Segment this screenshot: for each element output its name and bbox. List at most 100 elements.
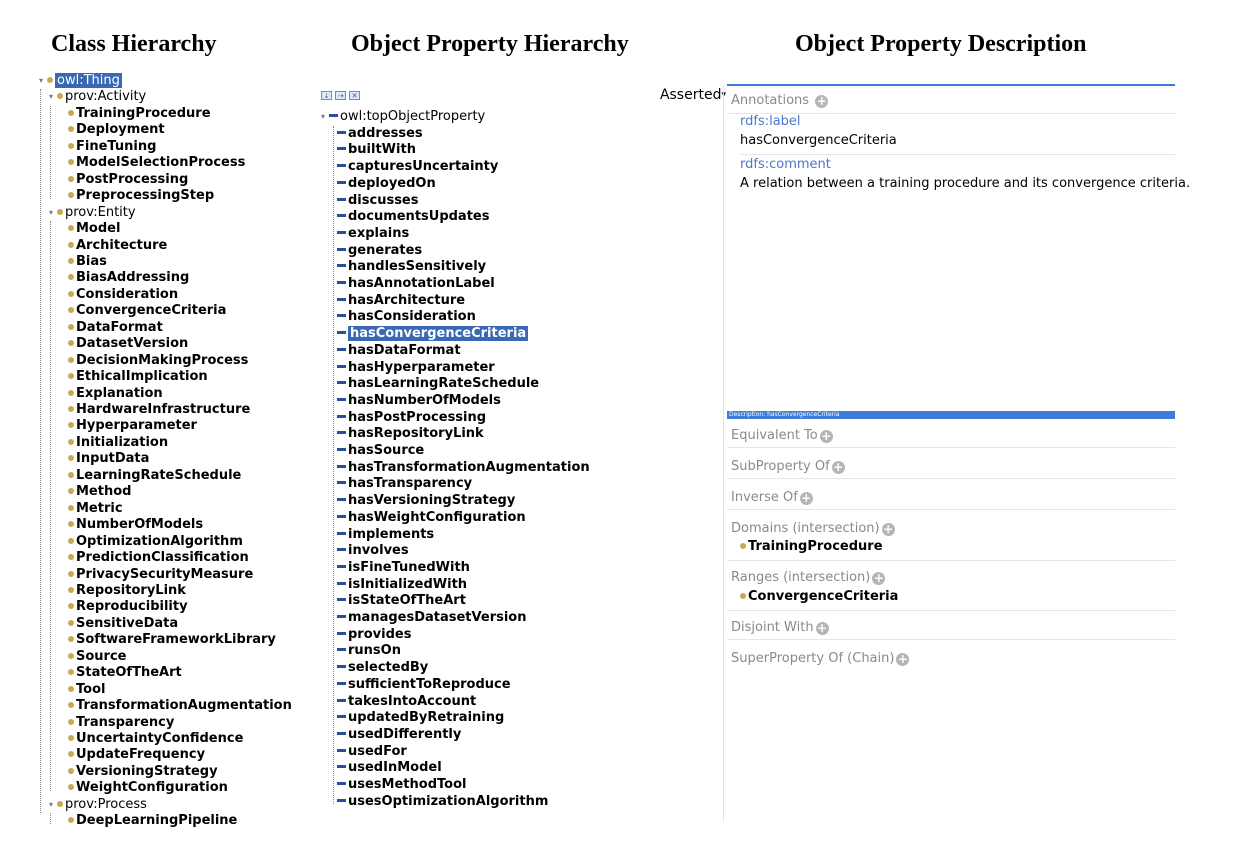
class-tree-item[interactable]: Initialization — [68, 435, 168, 451]
object-tree-root[interactable]: ▾ owl:topObjectProperty — [321, 109, 485, 125]
object-property-item[interactable]: usedDifferently — [337, 727, 461, 743]
object-property-item[interactable]: usesMethodTool — [337, 777, 466, 793]
object-property-item[interactable]: generates — [337, 243, 422, 259]
class-tree-item[interactable]: DataFormat — [68, 320, 163, 336]
class-tree-item[interactable]: SensitiveData — [68, 616, 178, 632]
class-tree-item[interactable]: Source — [68, 649, 126, 665]
add-subproperty-icon[interactable]: + — [831, 461, 845, 474]
class-tree-item[interactable]: DecisionMakingProcess — [68, 353, 248, 369]
object-property-item[interactable]: runsOn — [337, 643, 401, 659]
class-tree-item[interactable]: NumberOfModels — [68, 517, 203, 533]
object-property-item[interactable]: takesIntoAccount — [337, 694, 476, 710]
object-property-item[interactable]: provides — [337, 627, 411, 643]
object-property-item[interactable]: usesOptimizationAlgorithm — [337, 794, 548, 810]
class-tree-item[interactable]: OptimizationAlgorithm — [68, 534, 243, 550]
class-tree-group[interactable]: ▾ prov:Entity — [49, 205, 136, 221]
class-tree-item[interactable]: DatasetVersion — [68, 336, 188, 352]
class-tree-item[interactable]: Reproducibility — [68, 599, 188, 615]
object-property-item[interactable]: managesDatasetVersion — [337, 610, 526, 626]
add-superproperty-chain-icon[interactable]: + — [896, 653, 910, 666]
object-property-item[interactable]: documentsUpdates — [337, 209, 489, 225]
class-tree-item[interactable]: LearningRateSchedule — [68, 468, 241, 484]
object-property-item[interactable]: hasArchitecture — [337, 293, 465, 309]
class-tree-item[interactable]: EthicalImplication — [68, 369, 208, 385]
class-tree-item[interactable]: TransformationAugmentation — [68, 698, 292, 714]
add-equivalent-icon[interactable]: + — [819, 430, 833, 443]
class-tree-group[interactable]: ▾ prov:Process — [49, 797, 147, 813]
class-tree-item[interactable]: RepositoryLink — [68, 583, 186, 599]
object-property-item[interactable]: handlesSensitively — [337, 259, 486, 275]
class-tree-item[interactable]: PredictionClassification — [68, 550, 249, 566]
class-tree-item[interactable]: ConvergenceCriteria — [68, 303, 226, 319]
domain-item[interactable]: TrainingProcedure — [740, 539, 883, 554]
object-property-item[interactable]: isFineTunedWith — [337, 560, 470, 576]
object-property-item[interactable]: isStateOfTheArt — [337, 593, 466, 609]
object-property-item[interactable]: selectedBy — [337, 660, 428, 676]
object-property-item[interactable]: hasTransformationAugmentation — [337, 460, 590, 476]
class-tree-item[interactable]: Tool — [68, 682, 105, 698]
object-property-item[interactable]: hasHyperparameter — [337, 360, 495, 376]
object-property-item[interactable]: involves — [337, 543, 409, 559]
add-range-icon[interactable]: + — [872, 572, 886, 585]
add-sibling-property-icon[interactable]: ⇢ — [335, 91, 346, 100]
class-tree-item[interactable]: ModelSelectionProcess — [68, 155, 245, 171]
object-property-item[interactable]: hasSource — [337, 443, 424, 459]
collapse-toggle-icon[interactable]: ▾ — [46, 797, 56, 813]
object-property-item[interactable]: isInitializedWith — [337, 577, 467, 593]
class-tree-item[interactable]: UpdateFrequency — [68, 747, 205, 763]
object-property-item[interactable]: hasLearningRateSchedule — [337, 376, 539, 392]
class-tree-item[interactable]: UncertaintyConfidence — [68, 731, 243, 747]
class-tree-item[interactable]: VersioningStrategy — [68, 764, 218, 780]
collapse-toggle-icon[interactable]: ▾ — [46, 205, 56, 221]
class-tree-item[interactable]: StateOfTheArt — [68, 665, 182, 681]
class-tree-item[interactable]: DeepLearningPipeline — [68, 813, 237, 829]
class-tree-item[interactable]: HardwareInfrastructure — [68, 402, 250, 418]
object-property-item[interactable]: sufficientToReproduce — [337, 677, 511, 693]
object-property-item[interactable]: deployedOn — [337, 176, 436, 192]
class-tree-item[interactable]: Deployment — [68, 122, 165, 138]
object-property-item[interactable]: hasTransparency — [337, 476, 472, 492]
object-property-item[interactable]: hasVersioningStrategy — [337, 493, 515, 509]
object-property-item[interactable]: hasDataFormat — [337, 343, 461, 359]
object-property-item[interactable]: implements — [337, 527, 434, 543]
object-property-item[interactable]: hasPostProcessing — [337, 410, 486, 426]
class-tree-item[interactable]: Explanation — [68, 386, 163, 402]
class-tree-item[interactable]: Hyperparameter — [68, 418, 197, 434]
add-annotation-icon[interactable]: + — [815, 95, 829, 108]
object-property-item[interactable]: usedFor — [337, 744, 407, 760]
class-tree-item[interactable]: PrivacySecurityMeasure — [68, 567, 253, 583]
object-property-item[interactable]: hasConsideration — [337, 309, 476, 325]
class-tree-item[interactable]: Architecture — [68, 238, 167, 254]
object-property-item[interactable]: hasWeightConfiguration — [337, 510, 526, 526]
range-item[interactable]: ConvergenceCriteria — [740, 589, 898, 604]
collapse-toggle-icon[interactable]: ▾ — [36, 73, 46, 89]
class-tree-item[interactable]: Method — [68, 484, 131, 500]
object-property-item[interactable]: explains — [337, 226, 409, 242]
class-tree-item[interactable]: BiasAddressing — [68, 270, 189, 286]
object-property-item[interactable]: discusses — [337, 193, 419, 209]
class-tree-item[interactable]: SoftwareFrameworkLibrary — [68, 632, 276, 648]
object-property-item[interactable]: capturesUncertainty — [337, 159, 498, 175]
class-tree-item[interactable]: Consideration — [68, 287, 178, 303]
object-property-item[interactable]: usedInModel — [337, 760, 442, 776]
class-tree-item[interactable]: TrainingProcedure — [68, 106, 211, 122]
class-tree-item[interactable]: WeightConfiguration — [68, 780, 228, 796]
class-tree-item[interactable]: FineTuning — [68, 139, 156, 155]
object-property-item[interactable]: hasNumberOfModels — [337, 393, 501, 409]
delete-property-icon[interactable]: ✕ — [349, 91, 360, 100]
class-tree-item[interactable]: PreprocessingStep — [68, 188, 214, 204]
class-tree-item[interactable]: Bias — [68, 254, 107, 270]
collapse-toggle-icon[interactable]: ▾ — [318, 109, 328, 125]
rdfs-label-key[interactable]: rdfs:label — [740, 114, 801, 129]
rdfs-comment-key[interactable]: rdfs:comment — [740, 157, 831, 172]
class-tree-root[interactable]: ▾ owl:Thing — [39, 73, 122, 89]
object-property-item[interactable]: hasRepositoryLink — [337, 426, 484, 442]
add-domain-icon[interactable]: + — [881, 523, 895, 536]
object-property-item[interactable]: builtWith — [337, 142, 416, 158]
class-tree-item[interactable]: InputData — [68, 451, 149, 467]
view-mode-dropdown[interactable]: Asserted▾ — [660, 87, 726, 103]
collapse-toggle-icon[interactable]: ▾ — [46, 89, 56, 105]
add-inverse-icon[interactable]: + — [799, 492, 813, 505]
object-property-item[interactable]: hasConvergenceCriteria — [337, 326, 529, 342]
class-tree-item[interactable]: Model — [68, 221, 120, 237]
